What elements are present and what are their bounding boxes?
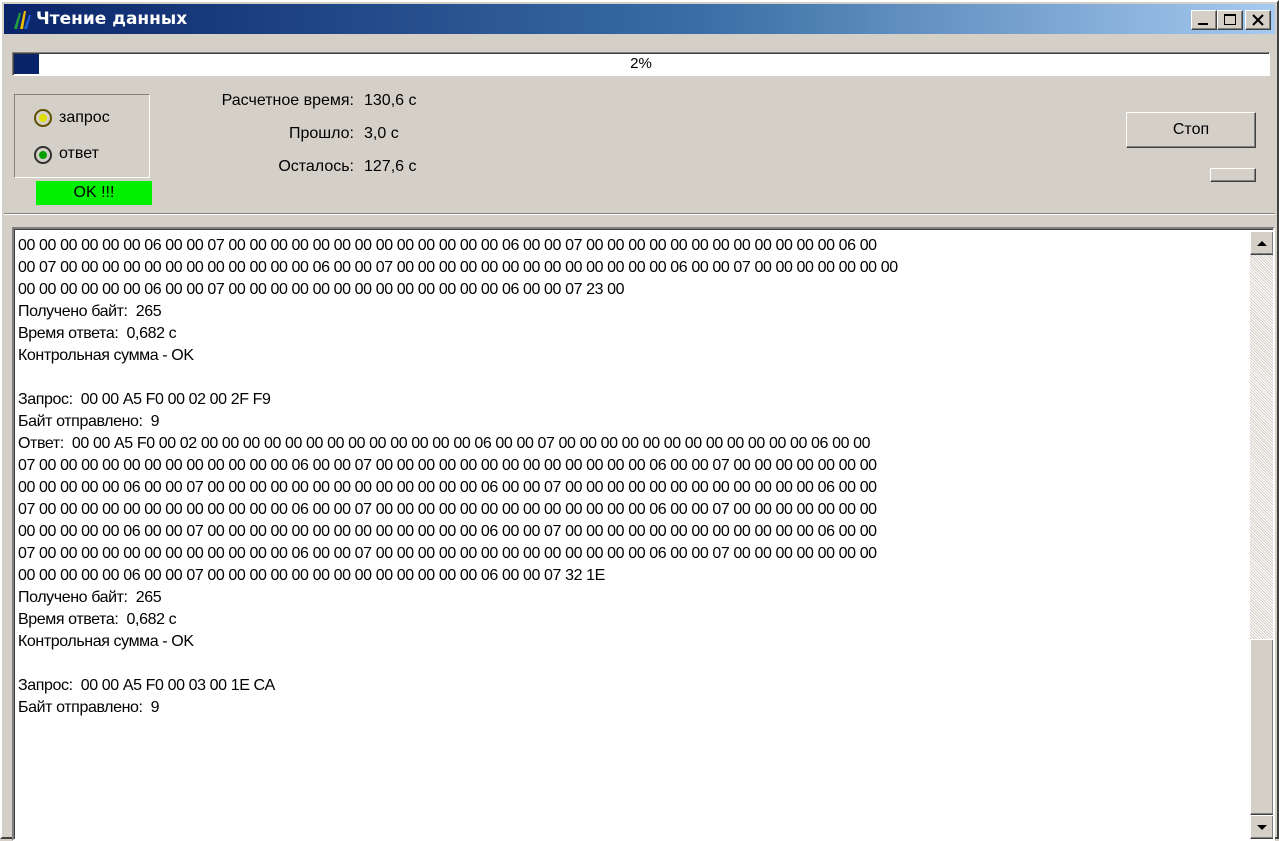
stop-button[interactable]: Стоп xyxy=(1126,112,1256,148)
progress-label: 2% xyxy=(630,55,652,72)
progress-bar: 2% xyxy=(12,52,1270,76)
divider xyxy=(4,213,1275,215)
read-data-window: Чтение данных 2% запрос ответ OK !!! Рас… xyxy=(0,0,1279,841)
title-bar[interactable]: Чтение данных xyxy=(4,4,1275,34)
log-line: Ответ: 00 00 A5 F0 00 02 00 00 00 00 00 … xyxy=(18,435,871,452)
log-line: 07 00 00 00 00 00 00 00 00 00 00 00 00 0… xyxy=(18,501,877,518)
log-line: 07 00 00 00 00 00 00 00 00 00 00 00 00 0… xyxy=(18,457,877,474)
estimated-time-label: Расчетное время: xyxy=(221,92,354,109)
status-badge: OK !!! xyxy=(36,181,152,205)
vertical-scrollbar[interactable] xyxy=(1250,231,1273,839)
log-line: Байт отправлено: 9 xyxy=(18,699,160,716)
scroll-up-button[interactable] xyxy=(1250,231,1273,255)
scroll-thumb[interactable] xyxy=(1250,639,1273,815)
log-line: 07 00 00 00 00 00 00 00 00 00 00 00 00 0… xyxy=(18,545,877,562)
response-label: ответ xyxy=(59,145,99,162)
maximize-icon xyxy=(1224,14,1236,25)
status-indicator-panel xyxy=(14,94,150,178)
request-led-icon xyxy=(34,109,52,127)
elapsed-time-label: Прошло: xyxy=(289,125,354,142)
log-line: 00 00 00 00 00 06 00 00 07 00 00 00 00 0… xyxy=(18,567,605,584)
minimize-icon xyxy=(1198,23,1208,25)
log-line: 00 00 00 00 00 06 00 00 07 00 00 00 00 0… xyxy=(18,523,877,540)
arrow-up-icon xyxy=(1257,241,1267,246)
log-textarea[interactable]: 00 00 00 00 00 00 06 00 00 07 00 00 00 0… xyxy=(12,227,1275,841)
log-line: Контрольная сумма - OK xyxy=(18,633,194,650)
arrow-down-icon xyxy=(1257,825,1267,830)
log-line: 00 00 00 00 00 00 06 00 00 07 00 00 00 0… xyxy=(18,237,877,254)
log-line: Запрос: 00 00 A5 F0 00 02 00 2F F9 xyxy=(18,391,271,408)
request-label: запрос xyxy=(59,109,110,126)
app-icon xyxy=(14,11,31,29)
log-line: 00 00 00 00 00 06 00 00 07 00 00 00 00 0… xyxy=(18,479,877,496)
log-line: Контрольная сумма - OK xyxy=(18,347,194,364)
close-icon xyxy=(1252,14,1264,26)
log-line: Время ответа: 0,682 с xyxy=(18,611,177,628)
log-line: Получено байт: 265 xyxy=(18,589,162,606)
elapsed-time-value: 3,0 с xyxy=(364,125,399,142)
log-content: 00 00 00 00 00 00 06 00 00 07 00 00 00 0… xyxy=(18,235,1244,719)
log-line: Получено байт: 265 xyxy=(18,303,162,320)
estimated-time-value: 130,6 с xyxy=(364,92,417,109)
log-line: Время ответа: 0,682 с xyxy=(18,325,177,342)
scroll-down-button[interactable] xyxy=(1250,815,1273,839)
window-title: Чтение данных xyxy=(36,9,188,29)
log-line: Запрос: 00 00 A5 F0 00 03 00 1E CA xyxy=(18,677,275,694)
log-line: Байт отправлено: 9 xyxy=(18,413,160,430)
close-button[interactable] xyxy=(1245,10,1271,30)
remaining-time-value: 127,6 с xyxy=(364,158,417,175)
response-led-icon xyxy=(34,146,52,164)
minimize-button[interactable] xyxy=(1191,10,1217,30)
small-blank-button[interactable] xyxy=(1210,168,1256,182)
log-line: 00 00 00 00 00 00 06 00 00 07 00 00 00 0… xyxy=(18,281,625,298)
remaining-time-label: Осталось: xyxy=(278,158,354,175)
log-line: 00 07 00 00 00 00 00 00 00 00 00 00 00 0… xyxy=(18,259,898,276)
maximize-button[interactable] xyxy=(1217,10,1243,30)
